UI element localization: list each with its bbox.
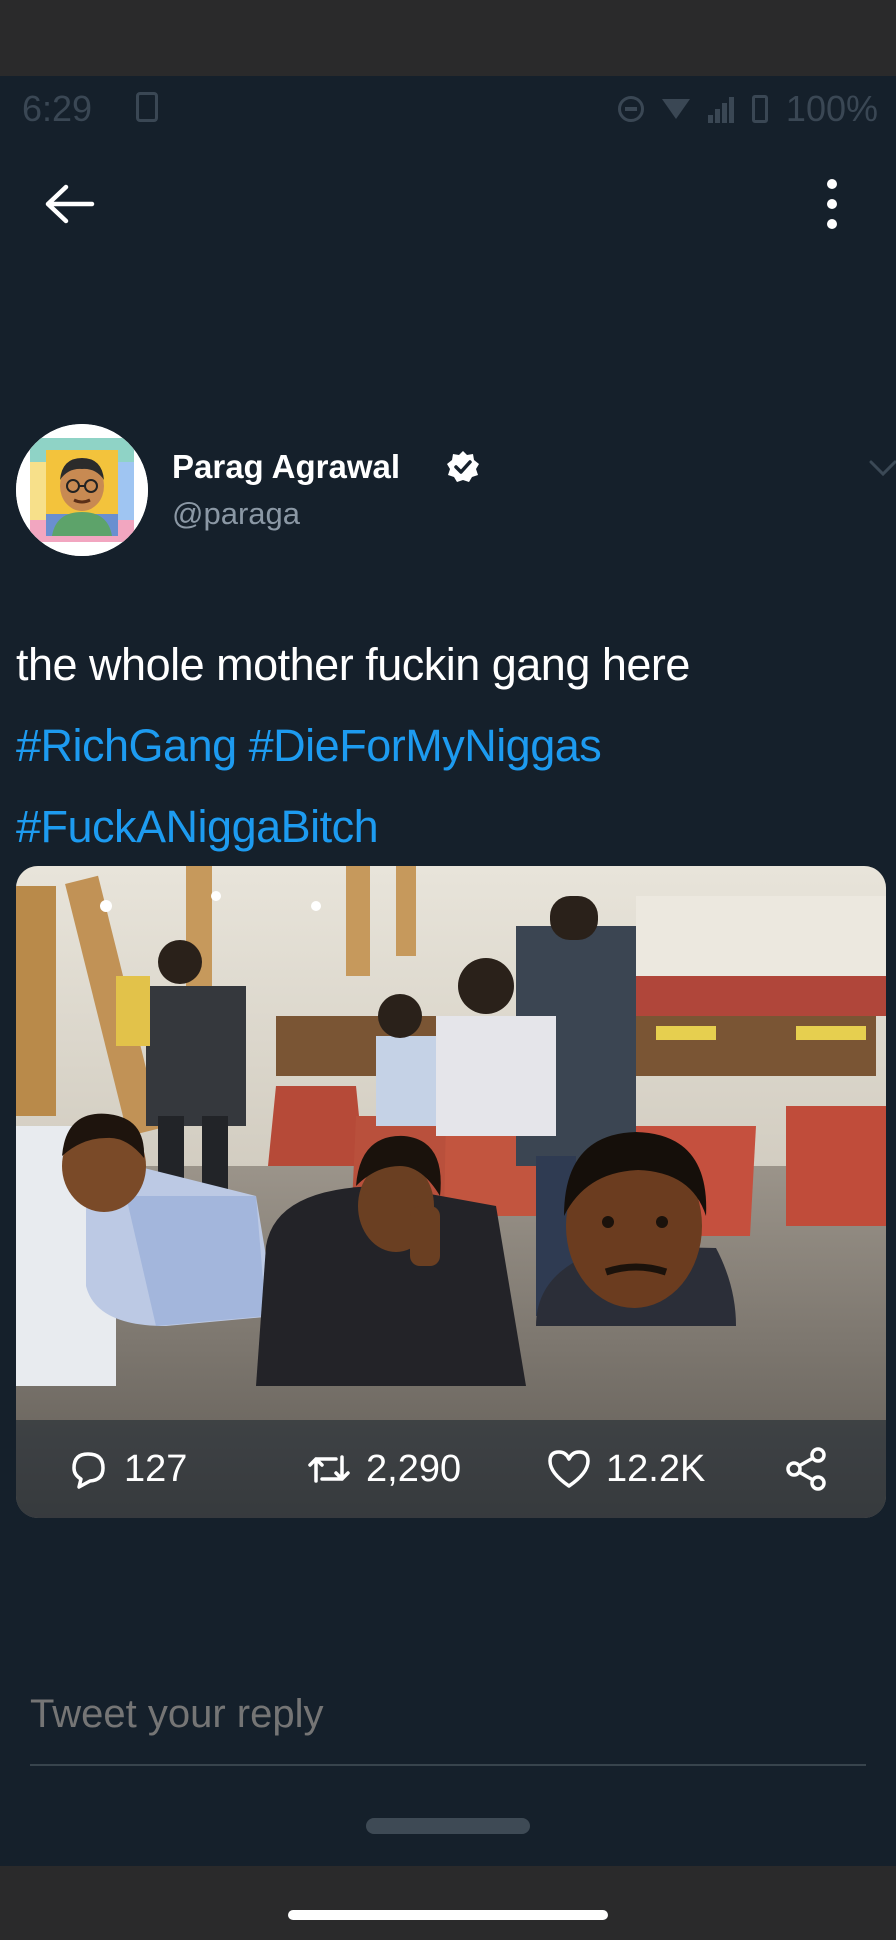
- avatar[interactable]: [16, 424, 148, 556]
- more-options-button[interactable]: [812, 176, 852, 232]
- home-indicator[interactable]: [288, 1910, 608, 1920]
- do-not-disturb-icon: [617, 96, 644, 122]
- reply-input[interactable]: [30, 1692, 866, 1737]
- reply-icon: [72, 1452, 105, 1489]
- status-bar: 6:29 100%: [0, 76, 896, 142]
- tweet-text-line: the whole mother fuckin gang here: [16, 639, 690, 690]
- bottom-bezel: [0, 1866, 896, 1940]
- hashtag-link[interactable]: #RichGang: [16, 720, 237, 771]
- reply-count: 127: [124, 1447, 188, 1490]
- hashtag-line: #RichGang #DieForMyNiggas: [16, 705, 886, 786]
- tweet-actions: 127 2,290 12.2K: [16, 1420, 886, 1518]
- verified-badge-icon: [447, 451, 479, 482]
- like-count: 12.2K: [606, 1447, 706, 1490]
- battery-icon: [751, 95, 768, 123]
- share-icon: [786, 1447, 826, 1491]
- wifi-icon: [661, 99, 690, 119]
- arrow-left-icon: [45, 184, 95, 224]
- retweet-count: 2,290: [366, 1447, 462, 1490]
- signal-icon: [707, 95, 734, 123]
- retweet-icon: [308, 1455, 350, 1483]
- hashtag-line: #FuckANiggaBitch: [16, 786, 886, 867]
- share-button[interactable]: [784, 1420, 830, 1518]
- avatar-illustration: [16, 424, 148, 556]
- status-time: 6:29: [22, 88, 93, 129]
- top-bezel: [0, 0, 896, 76]
- phone-notification-icon: [136, 92, 158, 122]
- heart-icon: [548, 1450, 590, 1488]
- tweet-text: the whole mother fuckin gang here #RichG…: [16, 624, 886, 867]
- author-handle[interactable]: @paraga: [172, 496, 300, 532]
- hashtag-link[interactable]: #DieForMyNiggas: [249, 720, 602, 771]
- grab-handle[interactable]: [366, 1818, 530, 1834]
- like-button[interactable]: 12.2K: [546, 1420, 705, 1518]
- back-button[interactable]: [44, 184, 96, 224]
- retweet-button[interactable]: 2,290: [306, 1420, 461, 1518]
- status-icons: 100%: [617, 88, 878, 130]
- reply-underline: [30, 1764, 866, 1766]
- more-vertical-icon: [827, 179, 837, 229]
- author-name[interactable]: Parag Agrawal: [172, 448, 400, 486]
- battery-percent: 100%: [785, 88, 878, 129]
- hashtag-link[interactable]: #FuckANiggaBitch: [16, 801, 379, 852]
- chevron-down-icon[interactable]: [868, 458, 896, 478]
- reply-button[interactable]: 127: [66, 1420, 187, 1518]
